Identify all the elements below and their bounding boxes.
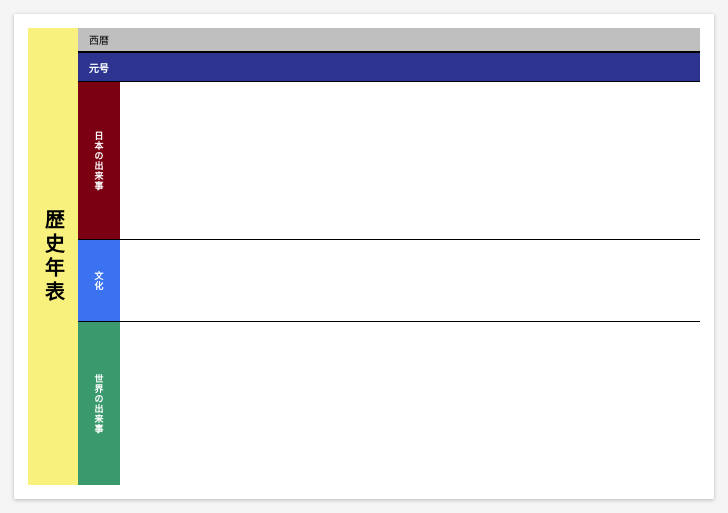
row-japan-events: 日本の出来事 [78,82,700,240]
row-seireki: 西暦 [78,28,700,52]
label-culture: 文化 [78,240,120,321]
row-culture: 文化 [78,240,700,322]
label-culture-text: 文化 [93,271,106,291]
label-japan-events-text: 日本の出来事 [93,131,106,191]
label-gengo: 元号 [78,53,120,81]
label-japan-events: 日本の出来事 [78,82,120,239]
table-title: 歴史年表 [39,209,68,305]
content-gengo [120,53,700,81]
content-culture [120,240,700,321]
content-seireki [120,28,700,51]
timeline-sheet: 歴史年表 西暦 元号 日本の出来事 文化 世界の出来事 [14,14,714,499]
label-seireki: 西暦 [78,28,120,51]
label-world-events-text: 世界の出来事 [93,374,106,434]
rows-container: 西暦 元号 日本の出来事 文化 世界の出来事 [78,28,700,485]
row-gengo: 元号 [78,52,700,82]
row-world-events: 世界の出来事 [78,322,700,485]
content-world-events [120,322,700,485]
content-japan-events [120,82,700,239]
title-column: 歴史年表 [28,28,78,485]
label-world-events: 世界の出来事 [78,322,120,485]
